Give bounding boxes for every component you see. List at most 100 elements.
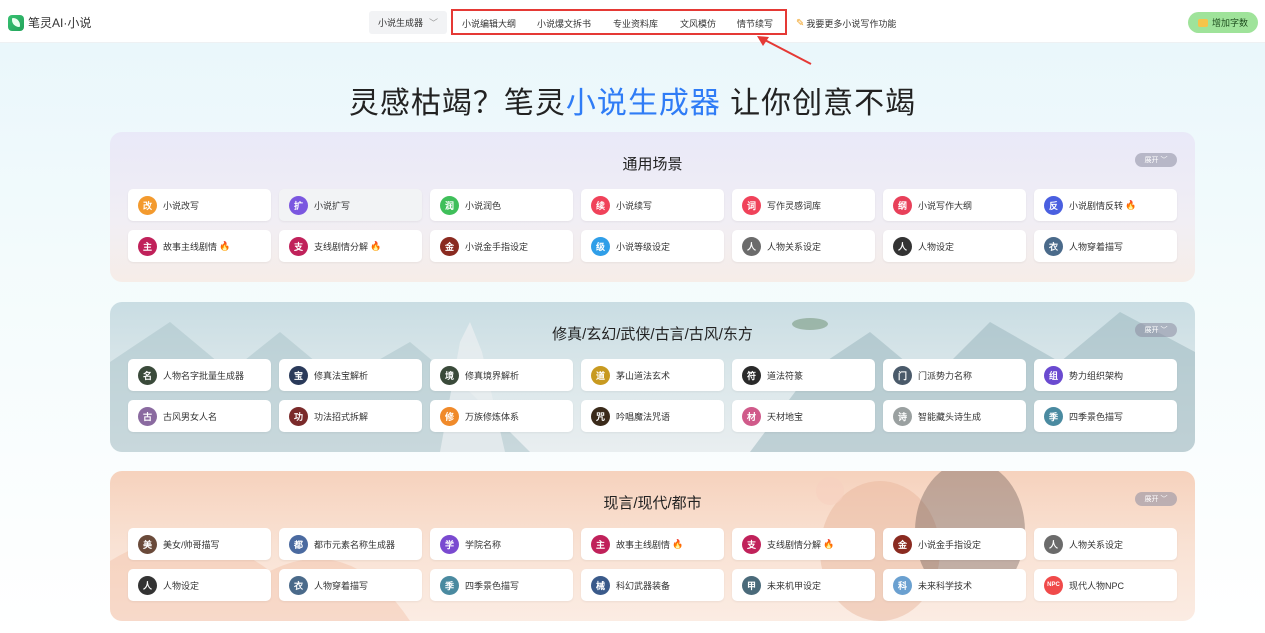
feature-card-label: 人物名字批量生成器	[163, 370, 245, 381]
feature-card[interactable]: 甲未来机甲设定	[732, 569, 875, 601]
feature-card-label: 四季景色描写	[1069, 411, 1124, 422]
feature-card[interactable]: 符道法符篆	[732, 359, 875, 391]
feature-card[interactable]: 词写作灵感词库	[732, 189, 875, 221]
hero-pre: 灵感枯竭？笔灵	[348, 87, 566, 120]
feature-card-label: 未来科学技术	[918, 580, 973, 591]
feature-card[interactable]: 境修真境界解析	[430, 359, 573, 391]
expand-button[interactable]: 展开 ﹀	[1135, 492, 1177, 506]
top-bar: 笔灵AI·小说 小说生成器 ﹀ 小说编辑大纲 小说爆文拆书 专业资料库 文风模仿…	[0, 0, 1265, 43]
relationship-icon: 人	[742, 236, 761, 256]
more-features-link[interactable]: ✎ 我要更多小说写作功能	[796, 17, 896, 30]
section-xianxia: 修真/玄幻/武侠/古言/古风/东方 展开 ﹀ 名人物名字批量生成器宝修真法宝解析境…	[110, 302, 1195, 452]
section-title: 通用场景	[622, 156, 683, 173]
section-title: 现言/现代/都市	[603, 495, 702, 512]
feature-card[interactable]: 人人物设定	[128, 569, 271, 601]
expand-button[interactable]: 展开 ﹀	[1135, 153, 1177, 167]
feature-card[interactable]: 续小说续写	[581, 189, 724, 221]
coin-icon	[1197, 18, 1208, 27]
feature-card[interactable]: 门门派势力名称	[883, 359, 1026, 391]
feature-card[interactable]: 金小说金手指设定	[883, 528, 1026, 560]
feature-card-label: 人物关系设定	[767, 241, 822, 252]
feature-card[interactable]: 级小说等级设定	[581, 230, 724, 262]
feature-card[interactable]: 都都市元素名称生成器	[279, 528, 422, 560]
nav-item-database[interactable]: 专业资料库	[613, 17, 658, 30]
generator-select[interactable]: 小说生成器 ﹀	[369, 11, 447, 34]
feature-card[interactable]: 学学院名称	[430, 528, 573, 560]
feature-card-label: 茅山道法玄术	[616, 370, 671, 381]
feature-card-label: 人物设定	[918, 241, 955, 252]
feature-card[interactable]: 纲小说写作大纲	[883, 189, 1026, 221]
app-logo[interactable]: 笔灵AI·小说	[8, 14, 91, 31]
expand-label: 展开	[1144, 496, 1159, 503]
flame-icon: 🔥	[370, 240, 382, 251]
feature-card[interactable]: 润小说润色	[430, 189, 573, 221]
section-modern: 现言/现代/都市 展开 ﹀ 美美女/帅哥描写都都市元素名称生成器学学院名称主故事主…	[110, 471, 1195, 621]
feature-card[interactable]: 材天材地宝	[732, 400, 875, 432]
feature-card-label: 写作灵感词库	[767, 200, 822, 211]
feature-card-label: 修真法宝解析	[314, 370, 369, 381]
feature-card[interactable]: 主故事主线剧情 🔥	[128, 230, 271, 262]
feature-card[interactable]: NPC 现代人物NPC	[1034, 569, 1177, 601]
feature-card[interactable]: 古古风男女人名	[128, 400, 271, 432]
main-plot-icon: 主	[138, 236, 157, 256]
level-icon: 级	[591, 236, 610, 256]
feature-card[interactable]: 械科幻武器装备	[581, 569, 724, 601]
season-icon: 季	[1044, 406, 1063, 426]
feature-card-label: 小说扩写	[314, 200, 351, 211]
feature-card-label: 吟唱魔法咒语	[616, 411, 671, 422]
feature-card-label: 人物关系设定	[1069, 539, 1124, 550]
feature-card[interactable]: 修万族修炼体系	[430, 400, 573, 432]
feature-card[interactable]: 咒吟唱魔法咒语	[581, 400, 724, 432]
feature-card-label: 小说写作大纲	[918, 200, 973, 211]
more-features-label: 我要更多小说写作功能	[806, 19, 897, 29]
feature-card[interactable]: 主故事主线剧情 🔥	[581, 528, 724, 560]
feature-card[interactable]: 道茅山道法玄术	[581, 359, 724, 391]
feature-card-label: 人物设定	[163, 580, 200, 591]
feature-card[interactable]: 季四季景色描写	[430, 569, 573, 601]
feature-card[interactable]: 改小说改写	[128, 189, 271, 221]
organization-icon: 组	[1044, 365, 1063, 385]
leaf-logo-icon	[8, 14, 24, 31]
feature-card-label: 门派势力名称	[918, 370, 973, 381]
expand-label: 展开	[1144, 327, 1159, 334]
golden-finger-icon: 金	[893, 534, 912, 554]
realm-icon: 境	[440, 365, 459, 385]
feature-card[interactable]: 扩小说扩写	[279, 189, 422, 221]
feature-card[interactable]: 人人物关系设定	[1034, 528, 1177, 560]
feature-card-label: 小说续写	[616, 200, 653, 211]
expand-button[interactable]: 展开 ﹀	[1135, 323, 1177, 337]
feature-card[interactable]: 支支线剧情分解 🔥	[279, 230, 422, 262]
nav-item-breakdown[interactable]: 小说爆文拆书	[537, 17, 591, 30]
feature-card[interactable]: 支支线剧情分解 🔥	[732, 528, 875, 560]
feature-card[interactable]: 人人物关系设定	[732, 230, 875, 262]
feature-card-label: 小说剧情反转	[1069, 200, 1124, 211]
flame-icon: 🔥	[823, 538, 835, 549]
feature-card[interactable]: 人人物设定	[883, 230, 1026, 262]
chevron-down-icon: ﹀	[1160, 496, 1168, 503]
feature-card-label: 美女/帅哥描写	[163, 539, 220, 550]
feature-card-label: 都市元素名称生成器	[314, 539, 396, 550]
feature-card[interactable]: 组势力组织架构	[1034, 359, 1177, 391]
character-icon: 人	[893, 236, 912, 256]
feature-card[interactable]: 衣人物穿着描写	[1034, 230, 1177, 262]
feature-card[interactable]: 金小说金手指设定	[430, 230, 573, 262]
feature-card[interactable]: 季四季景色描写	[1034, 400, 1177, 432]
nav-item-plot-continue[interactable]: 情节续写	[737, 17, 773, 30]
feature-card-label: 人物穿着描写	[314, 580, 369, 591]
feature-card[interactable]: 名人物名字批量生成器	[128, 359, 271, 391]
feature-card[interactable]: 宝修真法宝解析	[279, 359, 422, 391]
feature-card[interactable]: 科未来科学技术	[883, 569, 1026, 601]
add-words-button[interactable]: 增加字数	[1188, 12, 1258, 33]
feature-card[interactable]: 功功法招式拆解	[279, 400, 422, 432]
feature-card[interactable]: 诗智能藏头诗生成	[883, 400, 1026, 432]
feature-card[interactable]: 衣人物穿着描写	[279, 569, 422, 601]
feature-card[interactable]: 美美女/帅哥描写	[128, 528, 271, 560]
annotation-arrow	[757, 36, 812, 65]
feature-card-label: 小说等级设定	[616, 241, 671, 252]
rewrite-icon: 改	[138, 195, 157, 215]
nav-item-style-imitation[interactable]: 文风模仿	[680, 17, 716, 30]
feature-card-label: 故事主线剧情	[616, 539, 671, 550]
nav-item-outline[interactable]: 小说编辑大纲	[462, 17, 516, 30]
flame-icon: 🔥	[219, 240, 231, 251]
feature-card[interactable]: 反小说剧情反转 🔥	[1034, 189, 1177, 221]
